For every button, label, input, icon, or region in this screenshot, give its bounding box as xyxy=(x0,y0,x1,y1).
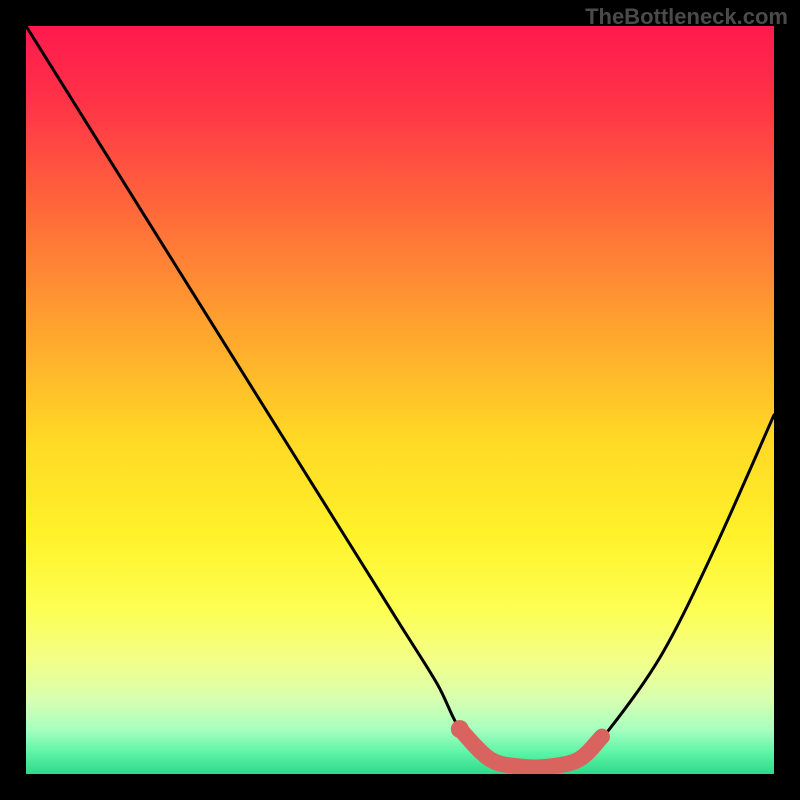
curve-layer xyxy=(26,26,774,774)
optimal-range-highlight xyxy=(460,729,602,767)
highlight-start-dot xyxy=(451,720,469,738)
bottleneck-curve xyxy=(26,26,774,767)
plot-area xyxy=(26,26,774,774)
watermark-text: TheBottleneck.com xyxy=(585,4,788,30)
chart-container: TheBottleneck.com xyxy=(0,0,800,800)
